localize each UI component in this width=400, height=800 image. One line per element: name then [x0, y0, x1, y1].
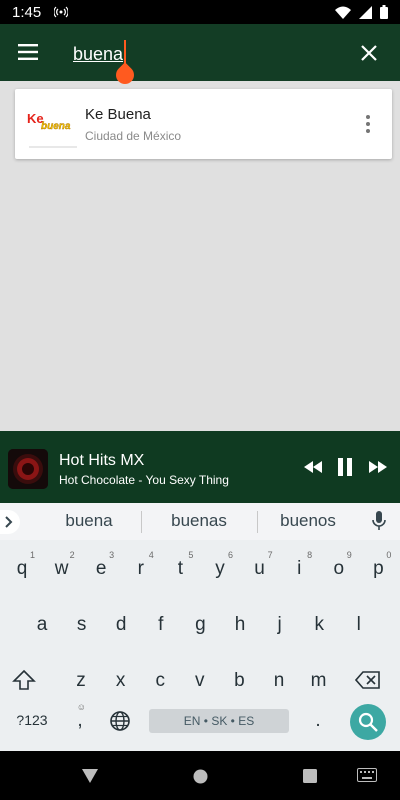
key-e[interactable]: 3e: [81, 548, 121, 588]
key-z[interactable]: z: [61, 660, 101, 700]
back-icon[interactable]: [82, 769, 98, 788]
key-a[interactable]: a: [22, 604, 62, 644]
rewind-icon[interactable]: [303, 459, 323, 480]
key-r[interactable]: 4r: [121, 548, 161, 588]
key-o[interactable]: 9o: [319, 548, 359, 588]
station-result-card[interactable]: Ke buena Ke Buena Ciudad de México: [15, 89, 392, 159]
suggestion-2[interactable]: buenas: [143, 511, 255, 531]
key-s[interactable]: s: [62, 604, 102, 644]
system-nav-bar: [0, 751, 400, 800]
key-m[interactable]: m: [299, 660, 339, 700]
globe-icon[interactable]: [100, 700, 140, 740]
key-n[interactable]: n: [259, 660, 299, 700]
key-i[interactable]: 8i: [279, 548, 319, 588]
search-key[interactable]: [350, 704, 386, 740]
key-d[interactable]: d: [101, 604, 141, 644]
status-bar: 1:45: [0, 0, 400, 24]
more-vert-icon[interactable]: [358, 113, 378, 135]
backspace-key[interactable]: [347, 660, 387, 700]
space-key[interactable]: EN • SK • ES: [149, 709, 289, 733]
close-icon[interactable]: [358, 42, 380, 64]
mic-icon[interactable]: [372, 510, 386, 537]
symbols-key[interactable]: ?123: [10, 700, 54, 740]
key-v[interactable]: v: [180, 660, 220, 700]
suggestion-1[interactable]: buena: [33, 511, 145, 531]
soft-keyboard: 1q2w3e4r5t6y7u8i9o0p asdfghjkl zxcvbnm ?…: [0, 540, 400, 751]
home-icon[interactable]: [193, 769, 208, 789]
station-city: Ciudad de México: [85, 129, 182, 143]
player-now-playing: Hot Chocolate - You Sexy Thing: [59, 473, 229, 487]
album-art: [8, 449, 48, 489]
suggestion-strip: buena buenas buenos: [0, 503, 400, 540]
key-w[interactable]: 2w: [42, 548, 82, 588]
key-q[interactable]: 1q: [2, 548, 42, 588]
key-p[interactable]: 0p: [358, 548, 398, 588]
app-bar: [0, 24, 400, 88]
key-c[interactable]: c: [140, 660, 180, 700]
battery-icon: [380, 5, 388, 24]
comma-key[interactable]: ☺ ,: [60, 700, 100, 740]
key-y[interactable]: 6y: [200, 548, 240, 588]
status-time: 1:45: [12, 4, 42, 21]
key-u[interactable]: 7u: [240, 548, 280, 588]
period-key[interactable]: .: [298, 700, 338, 740]
mini-player[interactable]: Hot Hits MX Hot Chocolate - You Sexy Thi…: [0, 431, 400, 503]
key-k[interactable]: k: [299, 604, 339, 644]
cast-icon: [53, 5, 69, 23]
signal-icon: [359, 5, 372, 24]
keyboard-switch-icon[interactable]: [357, 768, 377, 787]
station-name: Ke Buena: [85, 106, 151, 123]
pause-icon[interactable]: [336, 457, 354, 482]
station-logo: Ke buena: [25, 99, 81, 149]
key-f[interactable]: f: [141, 604, 181, 644]
logo-text-buena: buena: [41, 121, 71, 132]
search-input[interactable]: [73, 41, 273, 67]
wifi-icon: [335, 6, 351, 24]
chevron-right-icon[interactable]: [0, 510, 20, 534]
key-x[interactable]: x: [101, 660, 141, 700]
suggestion-3[interactable]: buenos: [252, 511, 364, 531]
fast-forward-icon[interactable]: [368, 459, 388, 480]
menu-icon[interactable]: [14, 40, 42, 64]
key-t[interactable]: 5t: [160, 548, 200, 588]
shift-key[interactable]: [4, 660, 44, 700]
key-j[interactable]: j: [260, 604, 300, 644]
key-g[interactable]: g: [180, 604, 220, 644]
key-l[interactable]: l: [339, 604, 379, 644]
key-b[interactable]: b: [219, 660, 259, 700]
player-station-name: Hot Hits MX: [59, 452, 145, 469]
recents-icon[interactable]: [303, 769, 317, 788]
key-h[interactable]: h: [220, 604, 260, 644]
